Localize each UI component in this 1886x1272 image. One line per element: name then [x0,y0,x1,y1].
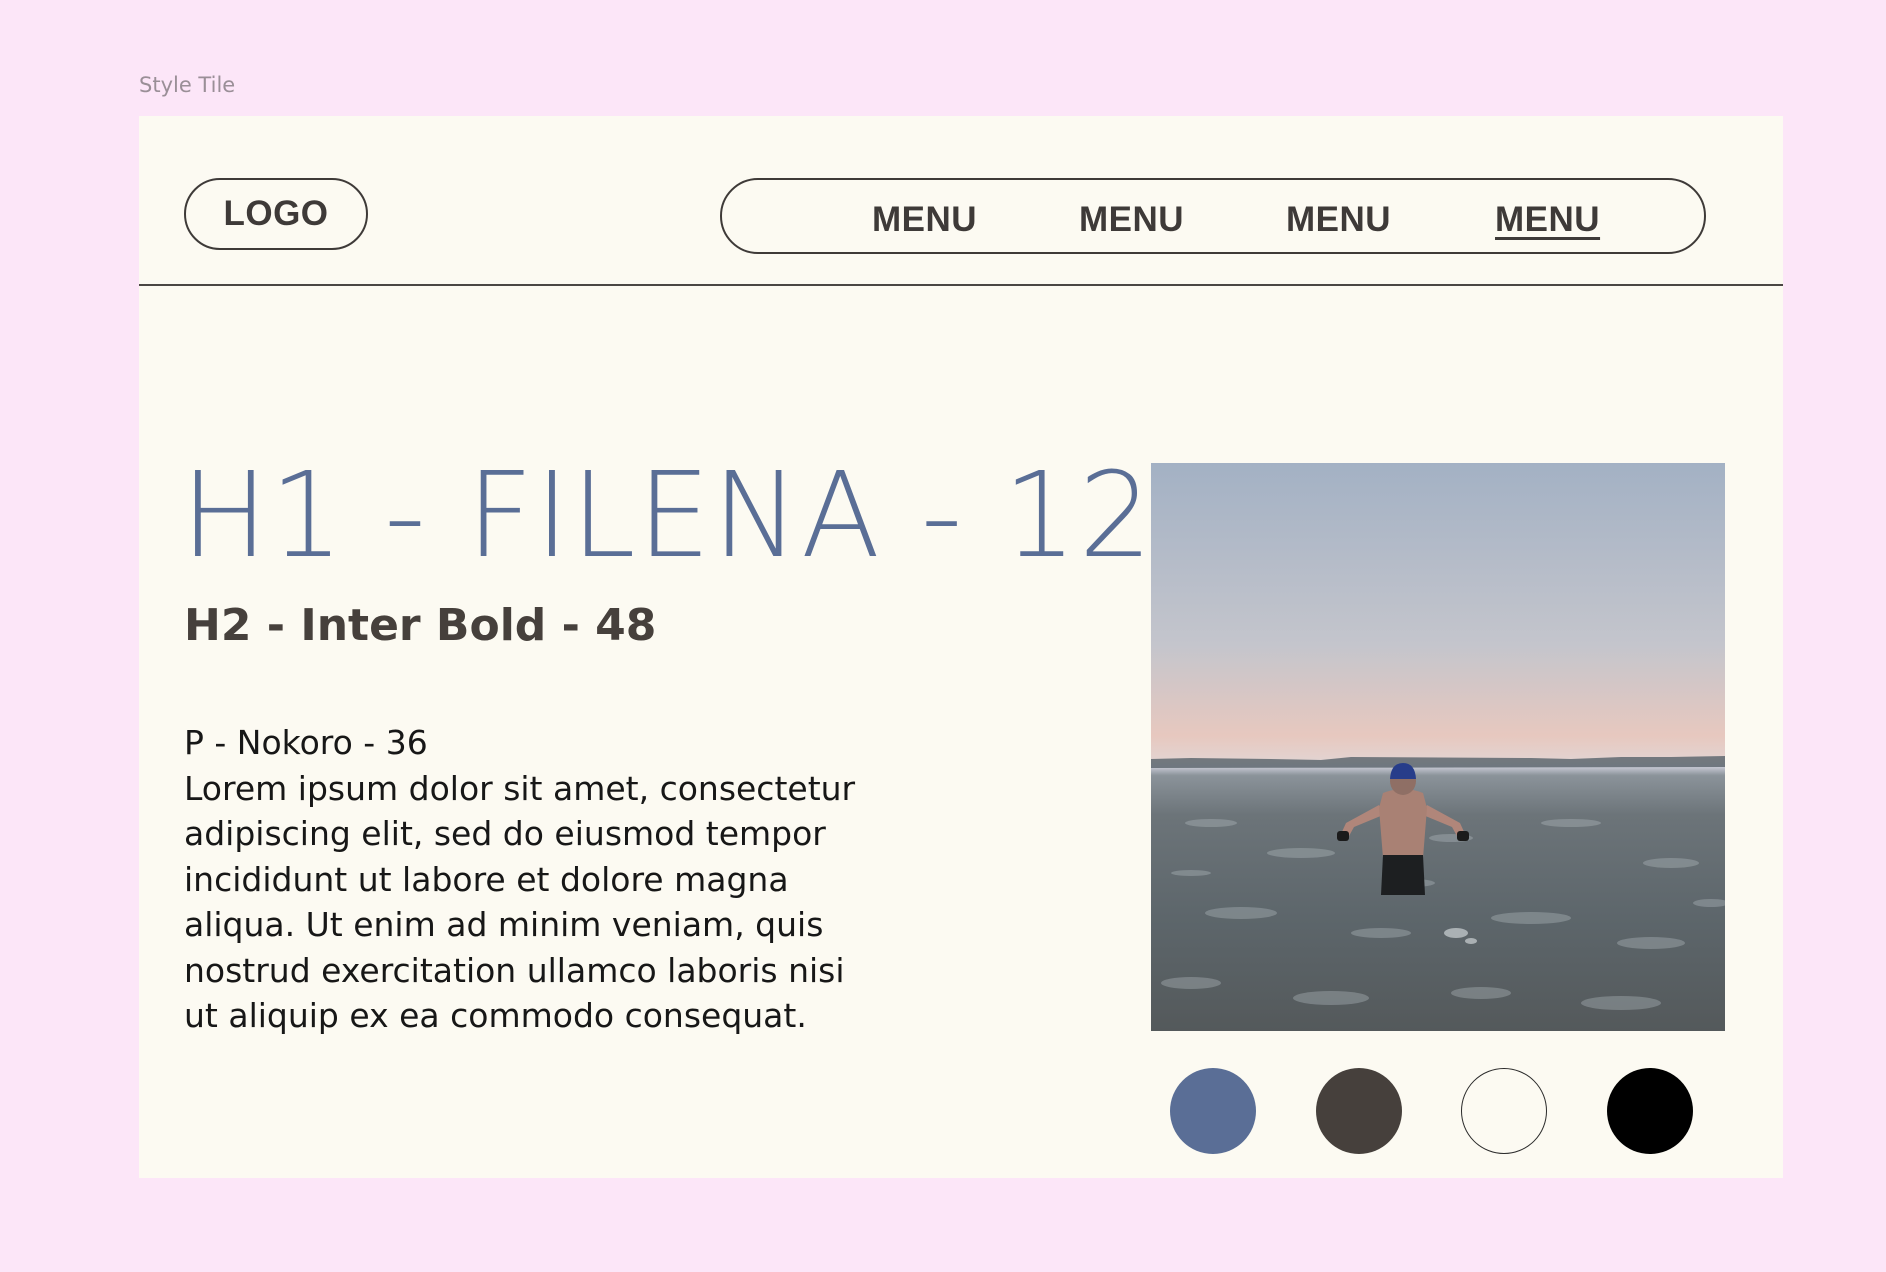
swatch-blue[interactable] [1170,1068,1256,1154]
sea-swimmer-image [1151,756,1725,1010]
frame-label: Style Tile [139,73,236,97]
menu-item-3[interactable]: MENU [1286,200,1391,240]
logo-button[interactable]: LOGO [184,178,368,250]
menu-item-1[interactable]: MENU [872,200,977,240]
swatch-cream[interactable] [1461,1068,1547,1154]
menu-bar: MENU MENU MENU MENU [720,178,1706,254]
swatch-dark-brown[interactable] [1316,1068,1402,1154]
style-tile: LOGO MENU MENU MENU MENU H1 - FILENA - 1… [139,116,1783,1178]
paragraph-label: P - Nokoro - 36 [184,723,428,762]
menu-item-4-active[interactable]: MENU [1495,200,1600,240]
h1-sample: H1 - FILENA - 128 [181,446,1230,584]
header-divider [139,284,1783,286]
paragraph-body: Lorem ipsum dolor sit amet, consectetur … [184,768,856,1036]
paragraph-sample: P - Nokoro - 36 Lorem ipsum dolor sit am… [184,720,864,1039]
h2-sample: H2 - Inter Bold - 48 [184,600,657,651]
hero-photo [1151,463,1725,1031]
menu-item-2[interactable]: MENU [1079,200,1184,240]
swatch-black[interactable] [1607,1068,1693,1154]
